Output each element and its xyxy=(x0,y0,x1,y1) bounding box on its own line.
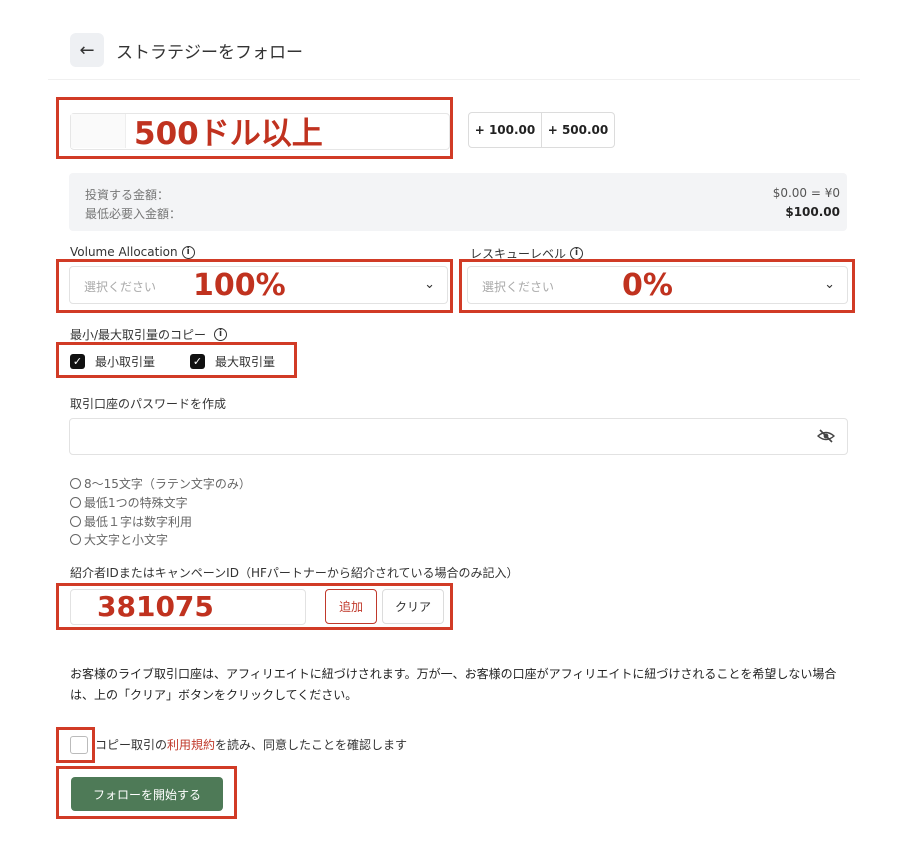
copy-lot-label: 最小/最大取引量のコピー i xyxy=(70,326,228,343)
min-deposit-value: $100.00 xyxy=(785,205,840,219)
copy-lot-annotation-box xyxy=(56,342,297,378)
eye-off-icon[interactable] xyxy=(817,429,835,443)
password-rule: 最低１字は数字利用 xyxy=(70,513,192,530)
password-rule: 大文字と小文字 xyxy=(70,531,168,548)
info-icon[interactable]: i xyxy=(214,328,228,341)
referral-annotation-text: 381075 xyxy=(97,590,214,623)
rescue-annotation-text: 0% xyxy=(622,268,673,303)
invest-amount-value: $0.00 = ¥0 xyxy=(772,186,840,200)
affiliate-notice: お客様のライブ取引口座は、アフィリエイトに紐づけされます。万が一、お客様の口座が… xyxy=(70,667,837,702)
page-title: ストラテジーをフォロー xyxy=(116,43,303,63)
password-rule: 最低1つの特殊文字 xyxy=(70,494,188,511)
terms-text: コピー取引の利用規約を読み、同意したことを確認します xyxy=(95,738,408,752)
back-button[interactable]: ← xyxy=(70,33,104,67)
follow-annotation-box xyxy=(56,766,237,819)
terms-annotation-box xyxy=(56,727,95,763)
circle-icon xyxy=(70,478,81,489)
add-500-button[interactable]: + 500.00 xyxy=(541,113,614,147)
circle-icon xyxy=(70,497,81,508)
volume-annotation-text: 100% xyxy=(193,268,286,303)
terms-link[interactable]: 利用規約 xyxy=(167,738,215,752)
arrow-left-icon: ← xyxy=(79,39,95,61)
referral-label: 紹介者IDまたはキャンペーンID（HFパートナーから紹介されている場合のみ記入） xyxy=(70,566,519,580)
add-100-button[interactable]: + 100.00 xyxy=(469,113,541,147)
circle-icon xyxy=(70,516,81,527)
password-input[interactable] xyxy=(69,418,848,455)
invest-amount-label: 投資する金額： xyxy=(85,188,170,202)
circle-icon xyxy=(70,534,81,545)
amount-annotation-text: 500ドル以上 xyxy=(134,116,323,152)
password-label: 取引口座のパスワードを作成 xyxy=(70,397,227,411)
quick-amount-group: + 100.00 + 500.00 xyxy=(468,112,615,148)
investment-summary xyxy=(69,173,847,231)
min-deposit-label: 最低必要入金額： xyxy=(85,207,182,221)
header-divider xyxy=(48,79,860,80)
password-rule: 8〜15文字（ラテン文字のみ） xyxy=(70,475,251,492)
info-icon[interactable]: i xyxy=(181,245,195,259)
volume-allocation-label: Volume Allocation i xyxy=(70,245,195,259)
